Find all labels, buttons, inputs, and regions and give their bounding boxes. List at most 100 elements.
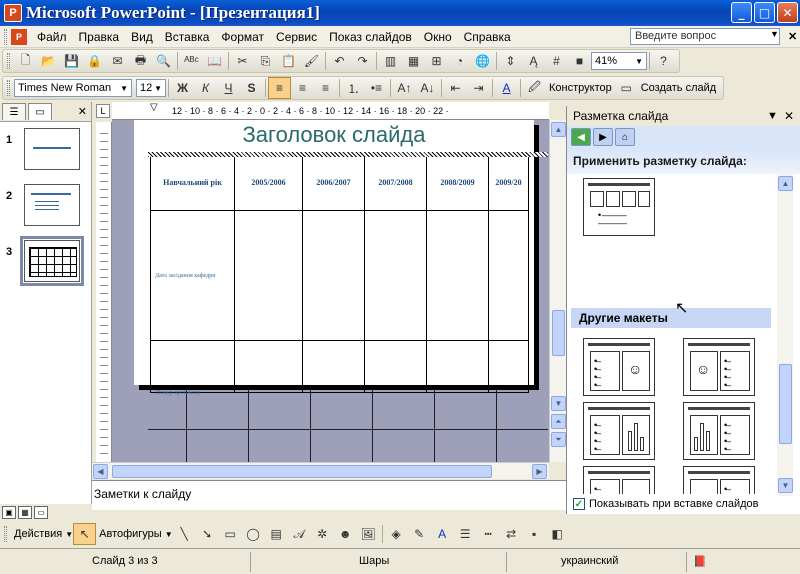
slide-sorter-view-icon[interactable]: ▦	[18, 506, 32, 519]
email-icon[interactable]: ✉	[106, 50, 129, 72]
normal-view-icon[interactable]: ▣	[2, 506, 16, 519]
horizontal-ruler[interactable]: 12 · 10 · 8 · 6 · 4 · 2 · 0 · 2 · 4 · 6 …	[112, 102, 549, 120]
layout-text-clipart-tile[interactable]: •‒ •‒ •‒ •‒ ☺	[583, 338, 655, 396]
table-row-label[interactable]: Дата засідання кафедри	[150, 210, 235, 341]
line-color-icon[interactable]: ✎	[408, 523, 431, 545]
zoom-select[interactable]: 41% ▼	[591, 52, 647, 70]
menu-tools[interactable]: Сервис	[270, 28, 323, 46]
slide-vertical-scrollbar[interactable]: ▲ ▼ ⏶ ⏷	[549, 120, 566, 462]
slide-thumbnail-3[interactable]	[20, 236, 84, 286]
color-grayscale-icon[interactable]: ■	[568, 50, 591, 72]
clipart-icon[interactable]: ☻	[334, 523, 357, 545]
help-search-input[interactable]: Введите вопрос	[630, 28, 780, 45]
layout-chart-text-tile[interactable]: •‒ •‒ •‒ •‒	[683, 402, 755, 460]
font-color-icon[interactable]: A	[495, 77, 518, 99]
show-formatting-icon[interactable]: Ą	[522, 50, 545, 72]
italic-button[interactable]: К	[194, 77, 217, 99]
spelling-icon[interactable]: ᴬᴮᶜ	[180, 50, 203, 72]
table-selection-border[interactable]	[148, 152, 548, 157]
menu-format[interactable]: Формат	[215, 28, 270, 46]
menu-edit[interactable]: Правка	[73, 28, 126, 46]
3d-style-icon[interactable]: ◧	[546, 523, 569, 545]
toolbar-grip[interactable]	[4, 526, 7, 542]
copy-icon[interactable]: ⎘	[254, 50, 277, 72]
show-on-insert-checkbox[interactable]: ✓	[573, 498, 585, 510]
slide-table[interactable]: Навчальний рік 2005/2006 2006/2007 2007/…	[150, 154, 529, 393]
scroll-down-icon[interactable]: ▼	[778, 478, 793, 493]
table-header-cell[interactable]: 2005/2006	[234, 154, 303, 211]
oval-icon[interactable]: ◯	[242, 523, 265, 545]
scroll-up-icon[interactable]: ▲	[778, 176, 793, 191]
new-slide-icon[interactable]: ▭	[615, 77, 638, 99]
actions-menu[interactable]: Действия	[11, 528, 65, 540]
tab-slides[interactable]: ▭	[28, 103, 52, 120]
powerpoint-app-icon[interactable]: P	[4, 4, 22, 22]
scroll-thumb[interactable]	[552, 310, 565, 356]
scroll-up-icon[interactable]: ▲	[551, 122, 566, 137]
slide-editing-area[interactable]: Заголовок слайда Навчальний рік 2005/200…	[112, 120, 549, 462]
align-center-icon[interactable]: ≡	[291, 77, 314, 99]
diagram-icon[interactable]: ✲	[311, 523, 334, 545]
slide-horizontal-scrollbar[interactable]: ◀ ▶	[92, 462, 549, 479]
designer-icon[interactable]: 🖉	[523, 77, 546, 99]
menu-window[interactable]: Окно	[418, 28, 458, 46]
table-header-cell[interactable]: 2007/2008	[364, 154, 427, 211]
scroll-right-icon[interactable]: ▶	[532, 464, 547, 479]
print-preview-icon[interactable]: 🔍	[152, 50, 175, 72]
slide-title[interactable]: Заголовок слайда	[134, 122, 534, 148]
align-right-icon[interactable]: ≡	[314, 77, 337, 99]
tables-borders-icon[interactable]: ⊞	[425, 50, 448, 72]
notes-pane[interactable]: Заметки к слайду	[92, 480, 566, 510]
arrow-style-icon[interactable]: ⇄	[500, 523, 523, 545]
decrease-font-icon[interactable]: A↓	[416, 77, 439, 99]
designer-button[interactable]: Конструктор	[546, 82, 615, 94]
shadow-style-icon[interactable]: ▪	[523, 523, 546, 545]
forward-icon[interactable]: ▶	[593, 128, 613, 146]
underline-button[interactable]: Ч	[217, 77, 240, 99]
table-cell[interactable]	[488, 210, 529, 341]
hyperlink-icon[interactable]: 🌐	[471, 50, 494, 72]
numbering-icon[interactable]: ⒈	[342, 77, 365, 99]
scroll-down-icon[interactable]: ▼	[551, 396, 566, 411]
scroll-thumb[interactable]	[779, 364, 792, 444]
font-size-select[interactable]: 12 ▼	[136, 79, 166, 97]
slide[interactable]: Заголовок слайда Навчальний рік 2005/200…	[134, 120, 534, 393]
research-icon[interactable]: 📖	[203, 50, 226, 72]
menu-insert[interactable]: Вставка	[159, 28, 216, 46]
shadow-button[interactable]: S	[240, 77, 263, 99]
document-close-icon[interactable]: ✕	[788, 30, 797, 43]
pane-close-icon[interactable]: ✕	[78, 105, 87, 118]
font-color-icon[interactable]: A	[431, 523, 454, 545]
insert-table-icon[interactable]: ▦	[402, 50, 425, 72]
save-icon[interactable]: 💾	[60, 50, 83, 72]
show-grid-icon[interactable]: #	[545, 50, 568, 72]
task-pane-close-icon[interactable]: ✕	[784, 109, 794, 123]
help-icon[interactable]: ?	[652, 50, 675, 72]
fill-color-icon[interactable]: ◈	[385, 523, 408, 545]
table-cell[interactable]	[426, 210, 489, 341]
new-slide-button[interactable]: Создать слайд	[638, 82, 719, 94]
dash-style-icon[interactable]: ┅	[477, 523, 500, 545]
vertical-ruler[interactable]	[96, 122, 112, 462]
menu-view[interactable]: Вид	[125, 28, 159, 46]
line-icon[interactable]: ╲	[173, 523, 196, 545]
open-icon[interactable]: 📂	[37, 50, 60, 72]
picture-icon[interactable]: 🖼	[357, 523, 380, 545]
slideshow-view-icon[interactable]: ▭	[34, 506, 48, 519]
ruler-tab-selector[interactable]: L	[96, 104, 110, 118]
font-name-select[interactable]: Times New Roman ▼	[14, 79, 132, 97]
layout-text-media-tile[interactable]: •‒•‒•‒•‒ 321	[583, 466, 655, 494]
format-painter-icon[interactable]: 🖌	[300, 50, 323, 72]
bullets-icon[interactable]: •≡	[365, 77, 388, 99]
cut-icon[interactable]: ✂	[231, 50, 254, 72]
indent-marker-icon[interactable]: ▽	[150, 102, 158, 113]
slide-thumbnail-1[interactable]	[24, 128, 80, 170]
home-icon[interactable]: ⌂	[615, 128, 635, 146]
back-icon[interactable]: ◀	[571, 128, 591, 146]
menu-file[interactable]: Файл	[31, 28, 73, 46]
task-pane-scrollbar[interactable]: ▲ ▼	[777, 174, 793, 496]
layout-text-chart-tile[interactable]: •‒ •‒ •‒ •‒	[583, 402, 655, 460]
document-icon[interactable]: P	[11, 28, 27, 45]
align-left-icon[interactable]: ≡	[268, 77, 291, 99]
select-objects-icon[interactable]: ↖	[73, 523, 97, 545]
